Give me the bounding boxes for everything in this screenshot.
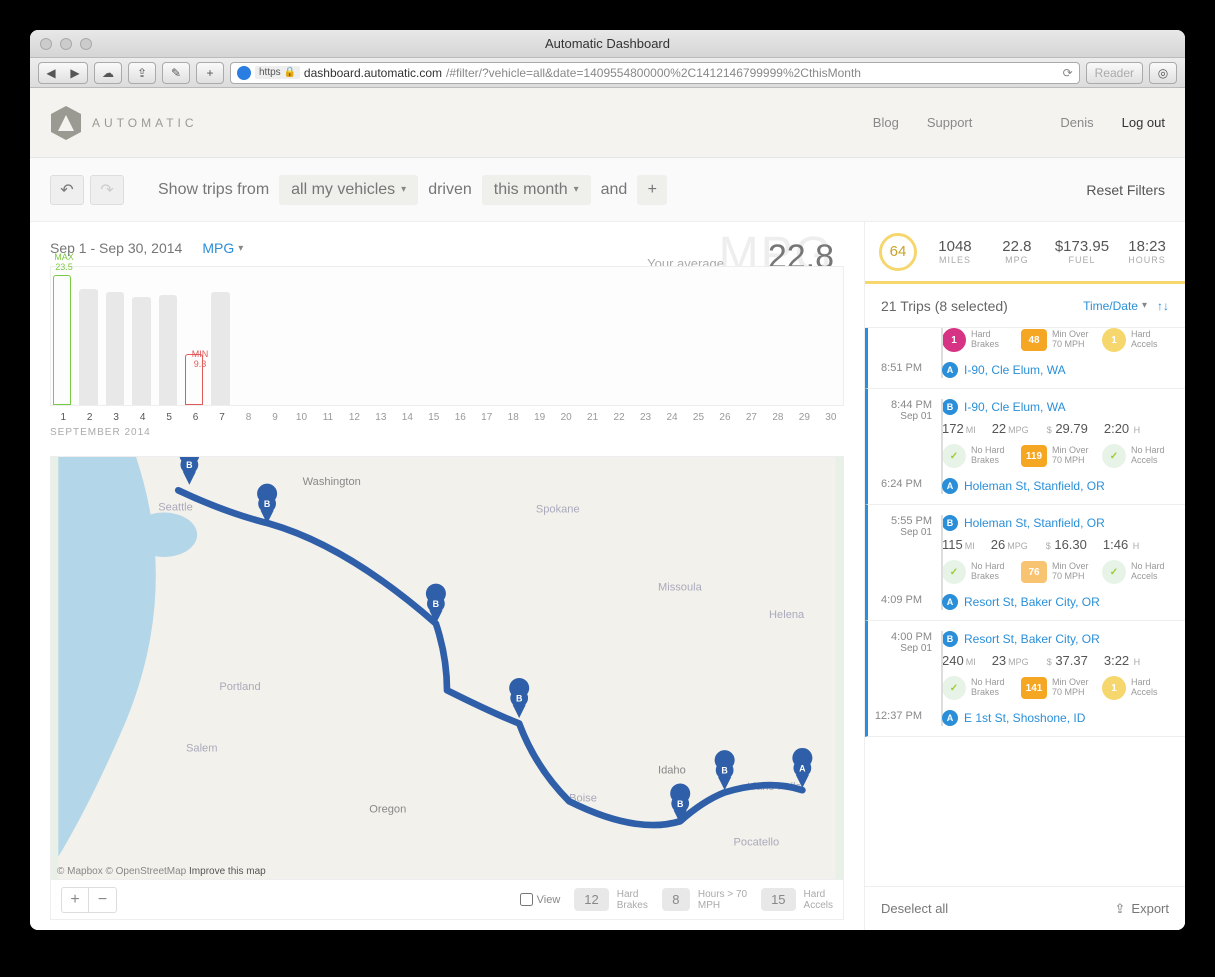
filter-driven: driven: [428, 181, 472, 199]
summary-bar: 64 1048MILES 22.8MPG $173.95FUEL 18:23HO…: [865, 222, 1185, 284]
nav-user[interactable]: Denis: [1060, 115, 1093, 130]
upload-icon: ⇪: [1115, 901, 1126, 917]
trip-count: 21 Trips (8 selected): [881, 298, 1008, 314]
chart-x-axis: 1234567891011121314151617181920212223242…: [50, 412, 844, 423]
improve-map-link[interactable]: Improve this map: [189, 866, 266, 877]
chevron-down-icon: ▾: [574, 184, 579, 195]
hard-brakes-count: 12: [574, 888, 608, 911]
daterange-select[interactable]: this month▾: [482, 175, 591, 205]
reader-button[interactable]: Reader: [1086, 62, 1143, 84]
nav-logout[interactable]: Log out: [1122, 115, 1165, 130]
filter-and: and: [601, 181, 628, 199]
nav-blog[interactable]: Blog: [873, 115, 899, 130]
trip-item[interactable]: 5:55 PMSep 01 BHoleman St, Stanfield, OR…: [865, 505, 1185, 621]
nav-support[interactable]: Support: [927, 115, 973, 130]
globe-icon: [237, 66, 251, 80]
svg-text:Helena: Helena: [769, 609, 805, 621]
filter-prefix: Show trips from: [158, 181, 269, 199]
trip-item[interactable]: 1HardBrakes48Min Over70 MPH1HardAccels 8…: [865, 328, 1185, 389]
history-forward-icon: ↷: [90, 175, 124, 205]
trip-list[interactable]: 1HardBrakes48Min Over70 MPH1HardAccels 8…: [865, 328, 1185, 886]
trip-end-loc[interactable]: AResort St, Baker City, OR: [942, 594, 1171, 610]
filter-bar: ↶ ↷ Show trips from all my vehicles▾ dri…: [30, 158, 1185, 222]
svg-text:B: B: [433, 599, 439, 609]
app-header: AUTOMATIC Blog Support Denis Log out: [30, 88, 1185, 158]
trip-item[interactable]: 8:44 PMSep 01 BI-90, Cle Elum, WA 172MI …: [865, 389, 1185, 505]
trip-start-loc[interactable]: BI-90, Cle Elum, WA: [942, 399, 1171, 415]
reset-filters[interactable]: Reset Filters: [1086, 182, 1165, 198]
hard-accels-count: 15: [761, 888, 795, 911]
svg-text:Idaho: Idaho: [658, 765, 686, 777]
url-bar[interactable]: https 🔒 dashboard.automatic.com /#filter…: [230, 62, 1080, 84]
chevron-down-icon: ▾: [1142, 300, 1147, 311]
logo-icon: [50, 105, 82, 141]
url-path: /#filter/?vehicle=all&date=1409554800000…: [446, 66, 861, 80]
brand-logo[interactable]: AUTOMATIC: [50, 105, 198, 141]
key-icon[interactable]: ✎: [162, 62, 190, 84]
trip-list-header: 21 Trips (8 selected) Time/Date ▾ ↑↓: [865, 284, 1185, 328]
metric-toggle[interactable]: MPG▾: [202, 240, 243, 256]
nav-back-forward[interactable]: ◀▶: [38, 62, 88, 84]
svg-text:Spokane: Spokane: [536, 504, 580, 516]
trip-start-loc[interactable]: BHoleman St, Stanfield, OR: [942, 515, 1171, 531]
share-icon[interactable]: ⇪: [128, 62, 156, 84]
svg-text:Oregon: Oregon: [369, 803, 406, 815]
trip-end-loc[interactable]: AE 1st St, Shoshone, ID: [942, 710, 1171, 726]
map-footer: + − View 12HardBrakes 8Hours > 70MPH 15H…: [50, 880, 844, 920]
svg-text:Salem: Salem: [186, 742, 217, 754]
svg-text:Seattle: Seattle: [158, 501, 193, 513]
chevron-down-icon: ▾: [401, 184, 406, 195]
vehicle-select[interactable]: all my vehicles▾: [279, 175, 418, 205]
zoom-in-icon[interactable]: +: [61, 887, 89, 913]
sort-direction-icon[interactable]: ↑↓: [1157, 299, 1169, 313]
export-button[interactable]: ⇪Export: [1115, 901, 1169, 917]
brand-name: AUTOMATIC: [92, 116, 198, 130]
chart-month-label: SEPTEMBER 2014: [50, 427, 844, 438]
history-back-icon[interactable]: ↶: [50, 175, 84, 205]
trip-end-loc[interactable]: AHoleman St, Stanfield, OR: [942, 478, 1171, 494]
deselect-all[interactable]: Deselect all: [881, 901, 948, 916]
trip-map[interactable]: Seattle Spokane Missoula Helena Portland…: [50, 456, 844, 880]
window-title: Automatic Dashboard: [30, 36, 1185, 51]
svg-text:Pocatello: Pocatello: [734, 837, 780, 849]
window-titlebar: Automatic Dashboard: [30, 30, 1185, 58]
url-host: dashboard.automatic.com: [304, 66, 442, 80]
browser-toolbar: ◀▶ ☁ ⇪ ✎ + https 🔒 dashboard.automatic.c…: [30, 58, 1185, 88]
trip-item[interactable]: 4:00 PMSep 01 BResort St, Baker City, OR…: [865, 621, 1185, 737]
mpg-chart: MAX23.5MIN9.3: [50, 266, 844, 406]
view-checkbox[interactable]: View: [520, 893, 561, 906]
trip-start-loc[interactable]: BResort St, Baker City, OR: [942, 631, 1171, 647]
add-tab-icon[interactable]: +: [196, 62, 224, 84]
svg-text:B: B: [516, 693, 522, 703]
svg-text:B: B: [186, 460, 192, 470]
svg-text:Missoula: Missoula: [658, 581, 703, 593]
reload-icon[interactable]: ⟳: [1063, 66, 1073, 80]
svg-text:B: B: [677, 799, 683, 809]
svg-text:Portland: Portland: [219, 681, 260, 693]
svg-text:B: B: [721, 766, 727, 776]
settings-icon[interactable]: ◎: [1149, 62, 1177, 84]
drive-score: 64: [879, 233, 917, 271]
sort-toggle[interactable]: Time/Date ▾: [1083, 299, 1147, 313]
https-badge: https 🔒: [255, 66, 300, 79]
hours-over-count: 8: [662, 888, 690, 911]
svg-text:B: B: [264, 499, 270, 509]
add-filter-button[interactable]: +: [637, 175, 667, 205]
trip-end-loc[interactable]: AI-90, Cle Elum, WA: [942, 362, 1171, 378]
zoom-out-icon[interactable]: −: [89, 887, 117, 913]
svg-text:A: A: [799, 763, 806, 773]
chevron-down-icon: ▾: [238, 243, 243, 254]
cloud-icon[interactable]: ☁: [94, 62, 122, 84]
svg-text:Washington: Washington: [303, 476, 361, 488]
